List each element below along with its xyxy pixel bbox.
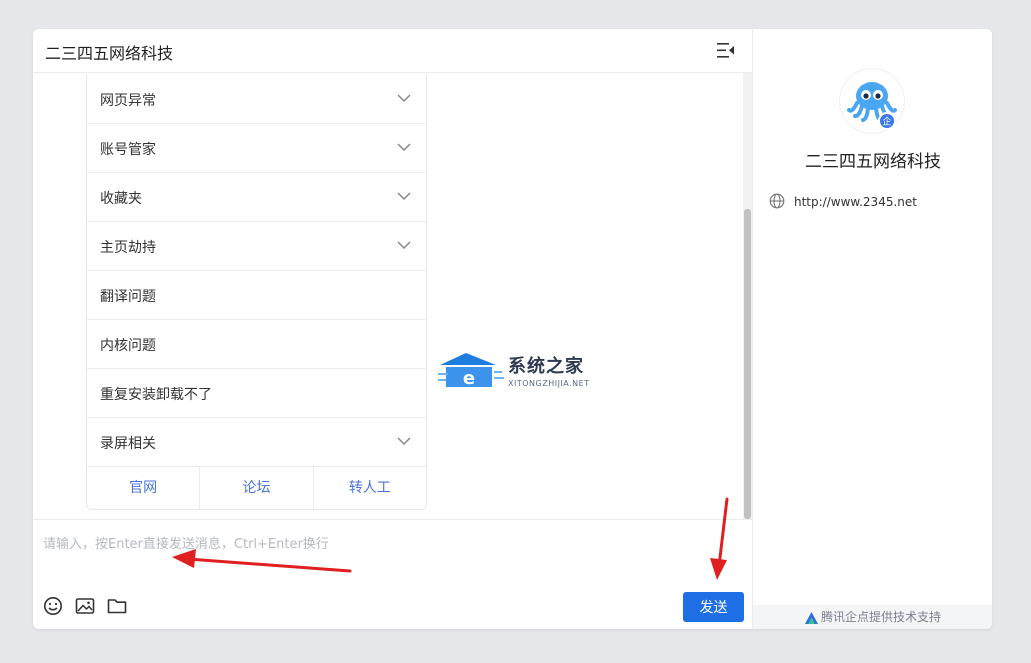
footer-text: 腾讯企点提供技术支持: [820, 610, 941, 624]
faq-item-label: 主页劫持: [100, 240, 156, 256]
input-area: 发送: [33, 519, 752, 629]
faq-item[interactable]: 重复安装卸载不了: [87, 369, 426, 418]
message-input[interactable]: [41, 528, 745, 560]
faq-item[interactable]: 内核问题: [87, 320, 426, 369]
chevron-down-icon[interactable]: [397, 93, 411, 103]
faq-list: 网页异常账号管家收藏夹主页劫持翻译问题内核问题重复安装卸载不了 录屏相关: [87, 75, 426, 467]
faq-item[interactable]: 主页劫持: [87, 222, 426, 271]
faq-item-label: 收藏夹: [100, 191, 142, 207]
faq-card: 网页异常账号管家收藏夹主页劫持翻译问题内核问题重复安装卸载不了 录屏相关 官网 论坛…: [86, 75, 427, 510]
folder-icon[interactable]: [107, 596, 127, 616]
image-icon[interactable]: [75, 596, 95, 616]
faq-link[interactable]: 转人工: [314, 467, 426, 509]
faq-link[interactable]: 官网: [87, 467, 201, 509]
avatar: 企: [840, 69, 904, 133]
faq-item[interactable]: 收藏夹: [87, 173, 426, 222]
faq-item[interactable]: 翻译问题: [87, 271, 426, 320]
powered-by-footer: 腾讯企点提供技术支持: [753, 605, 992, 629]
faq-item-label: 翻译问题: [100, 289, 156, 305]
faq-item-label: 账号管家: [100, 142, 156, 158]
faq-links: 官网 论坛 转人工: [87, 467, 426, 509]
faq-link[interactable]: 论坛: [200, 467, 314, 509]
globe-icon: [769, 193, 785, 209]
faq-item[interactable]: 录屏相关: [87, 418, 426, 467]
sidebar-toggle-icon[interactable]: [717, 42, 735, 59]
watermark-logo-icon: e: [438, 353, 504, 389]
faq-item-label: 内核问题: [100, 338, 156, 354]
scrollbar-thumb[interactable]: [744, 209, 751, 519]
send-button[interactable]: 发送: [683, 592, 744, 622]
message-list: 网页异常账号管家收藏夹主页劫持翻译问题内核问题重复安装卸载不了 录屏相关 官网 论坛…: [33, 73, 752, 519]
verified-badge: 企: [882, 116, 891, 128]
faq-item[interactable]: 网页异常: [87, 75, 426, 124]
chat-header: 二三四五网络科技: [33, 29, 752, 73]
emoji-icon[interactable]: [43, 596, 63, 616]
chat-window: 二三四五网络科技 网页异常账号管家收藏夹主页劫持翻译问题内核问题重复安装卸载不了…: [33, 29, 992, 629]
watermark-subtitle: XITONGZHIJIA.NET: [508, 379, 590, 388]
watermark-title: 系统之家: [508, 356, 584, 377]
chevron-down-icon[interactable]: [397, 436, 411, 446]
chevron-down-icon[interactable]: [397, 240, 411, 250]
chat-pane: 二三四五网络科技 网页异常账号管家收藏夹主页劫持翻译问题内核问题重复安装卸载不了…: [33, 29, 752, 629]
faq-item-label: 网页异常: [100, 93, 156, 109]
octopus-avatar-icon: 企: [847, 82, 897, 130]
watermark: e 系统之家 XITONGZHIJIA.NET: [438, 349, 628, 401]
company-name: 二三四五网络科技: [805, 152, 941, 172]
svg-text:e: e: [463, 368, 475, 389]
faq-item-label: 录屏相关: [100, 436, 156, 452]
chevron-down-icon[interactable]: [397, 142, 411, 152]
website-link[interactable]: http://www.2345.net: [794, 195, 917, 209]
chat-title: 二三四五网络科技: [45, 44, 174, 63]
info-panel: 企 二三四五网络科技 http://www.2345.net 腾讯企点提供技术支…: [752, 29, 992, 629]
faq-item[interactable]: 账号管家: [87, 124, 426, 173]
faq-item-label: 重复安装卸载不了: [100, 387, 212, 403]
message-scrollbar[interactable]: [743, 73, 752, 519]
qidian-logo-icon: [804, 611, 818, 624]
chevron-down-icon[interactable]: [397, 191, 411, 201]
